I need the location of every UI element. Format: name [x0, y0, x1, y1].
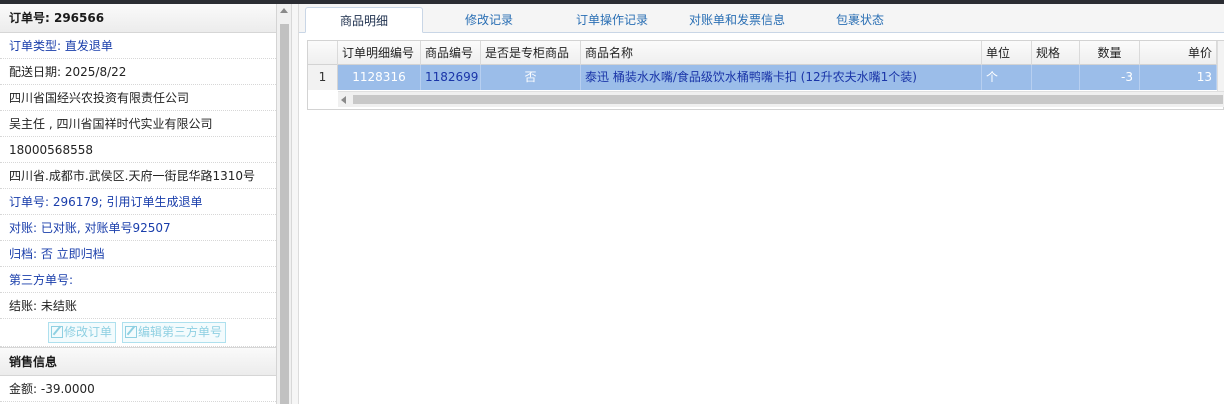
column-header[interactable]: 订单明细编号 [338, 41, 421, 65]
order-number-header: 订单号: 296566 [0, 4, 276, 33]
product-id-cell[interactable]: 1182699 [421, 65, 481, 90]
sales-amount: 金额: -39.0000 [0, 376, 276, 402]
tab-invoice-info[interactable]: 对账单和发票信息 [677, 7, 797, 33]
quantity-cell: -3 [1080, 65, 1140, 90]
third-party-number: 第三方单号: [0, 267, 276, 293]
spec-cell [1032, 65, 1080, 90]
edit-third-party-button[interactable]: 编辑第三方单号 [122, 322, 227, 343]
column-header[interactable]: 单位 [982, 41, 1032, 65]
phone-number: 18000568558 [0, 137, 276, 163]
left-panel-scrollbar[interactable] [277, 4, 292, 404]
edit-icon [125, 326, 137, 338]
scroll-thumb[interactable] [353, 95, 1223, 104]
table-row[interactable]: 1 1128316 1182699 否 泰迅 桶装水水嘴/食品级饮水桶鸭嘴卡扣 … [308, 65, 1224, 90]
edit-icon [51, 326, 63, 338]
tab-operation-log[interactable]: 订单操作记录 [557, 7, 667, 33]
row-number: 1 [308, 65, 338, 90]
order-info-panel: 订单号: 296566 订单类型: 直发退单 配送日期: 2025/8/22 四… [0, 4, 277, 404]
scroll-left-icon[interactable] [341, 96, 346, 104]
grid-horizontal-scrollbar[interactable] [338, 91, 1224, 107]
scroll-thumb[interactable] [280, 24, 289, 404]
detail-tabs: 商品明细 修改记录 订单操作记录 对账单和发票信息 包裹状态 [299, 4, 1224, 33]
column-header[interactable]: 规格 [1032, 41, 1080, 65]
unit-cell: 个 [982, 65, 1032, 90]
delivery-date: 配送日期: 2025/8/22 [0, 59, 276, 85]
product-name-cell[interactable]: 泰迅 桶装水水嘴/食品级饮水桶鸭嘴卡扣 (12升农夫水嘴1个装) [581, 65, 982, 90]
grid-vertical-scrollbar[interactable] [1217, 41, 1224, 91]
price-cell: 13 [1140, 65, 1217, 90]
column-header[interactable]: 数量 [1080, 41, 1140, 65]
column-header[interactable]: 商品编号 [421, 41, 481, 65]
order-type: 订单类型: 直发退单 [0, 33, 276, 59]
reconciliation-status[interactable]: 对账: 已对账, 对账单号92507 [0, 215, 276, 241]
column-header[interactable]: 商品名称 [581, 41, 982, 65]
action-buttons: 修改订单 编辑第三方单号 [0, 319, 276, 347]
scroll-up-icon[interactable] [280, 8, 288, 13]
settlement-status: 结账: 未结账 [0, 293, 276, 319]
grid-header: 订单明细编号 商品编号 是否是专柜商品 商品名称 单位 规格 数量 单价 [308, 41, 1224, 65]
referenced-order[interactable]: 订单号: 296179; 引用订单生成退单 [0, 189, 276, 215]
sales-info-header: 销售信息 [0, 347, 276, 376]
panel-splitter[interactable] [292, 4, 299, 404]
contact-person: 吴主任 , 四川省国祥时代实业有限公司 [0, 111, 276, 137]
company-name: 四川省国经兴农投资有限责任公司 [0, 85, 276, 111]
tab-package-status[interactable]: 包裹状态 [815, 7, 905, 33]
tab-change-log[interactable]: 修改记录 [439, 7, 539, 33]
tab-product-details[interactable]: 商品明细 [305, 7, 423, 33]
product-grid: 订单明细编号 商品编号 是否是专柜商品 商品名称 单位 规格 数量 单价 1 1… [307, 40, 1224, 110]
edit-order-button[interactable]: 修改订单 [48, 322, 117, 343]
column-header[interactable]: 是否是专柜商品 [481, 41, 581, 65]
address: 四川省.成都市.武侯区.天府一街昆华路1310号 [0, 163, 276, 189]
column-header[interactable]: 单价 [1140, 41, 1217, 65]
counter-cell: 否 [481, 65, 581, 90]
detail-panel: 商品明细 修改记录 订单操作记录 对账单和发票信息 包裹状态 订单明细编号 商品… [299, 4, 1224, 404]
detail-id-cell: 1128316 [338, 65, 421, 90]
archive-status[interactable]: 归档: 否 立即归档 [0, 241, 276, 267]
rownum-header [308, 41, 338, 65]
